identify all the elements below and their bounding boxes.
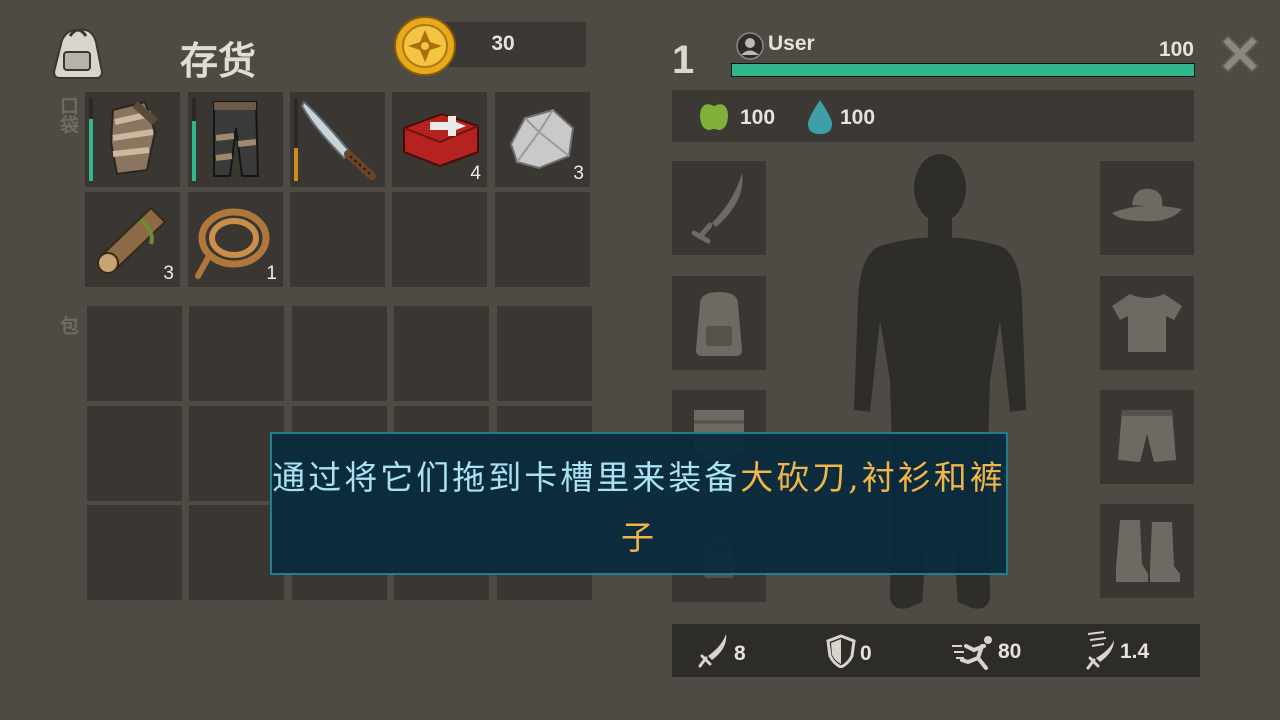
coin-count: 30: [491, 32, 515, 55]
tooltip-text-part2: 大砍刀,: [740, 458, 862, 497]
pocket-slot-8[interactable]: [290, 192, 385, 287]
pocket-slot-7[interactable]: 1: [188, 192, 283, 287]
bag-slot[interactable]: [87, 306, 182, 401]
user-icon: [736, 32, 764, 60]
speed-icon: [952, 634, 998, 670]
shorts-icon: [1118, 410, 1176, 462]
water-value: 100: [840, 106, 876, 129]
tooltip-text: 通过将它们拖到卡槽里来装备大砍刀,衬衫和裤子: [272, 448, 1006, 568]
food-icon: [696, 96, 732, 134]
health-bar: [731, 63, 1195, 77]
player-level: 1: [672, 38, 695, 82]
speed-value: 80: [998, 640, 1022, 663]
attack-speed-icon: [1084, 630, 1120, 670]
inventory-title: 存货: [180, 39, 257, 83]
player-name: User: [768, 32, 815, 55]
sword-icon: [691, 173, 743, 244]
backpack-slot[interactable]: [672, 276, 766, 370]
durability-bar: [294, 98, 298, 181]
boots-icon: [1116, 520, 1180, 582]
hat-slot[interactable]: [1100, 161, 1194, 255]
pocket-slot-4[interactable]: 4: [392, 92, 487, 187]
backpack-icon: [696, 292, 742, 356]
pocket-slot-9[interactable]: [392, 192, 487, 287]
pants-icon: [213, 101, 260, 177]
attack-speed-value: 1.4: [1120, 640, 1150, 663]
pocket-slot-5[interactable]: 3: [495, 92, 590, 187]
attack-value: 8: [734, 642, 746, 665]
durability-bar: [192, 98, 196, 181]
food-value: 100: [740, 106, 776, 129]
armor-value: 0: [860, 642, 872, 665]
pocket-slot-10[interactable]: [495, 192, 590, 287]
coin-icon: [392, 14, 458, 78]
close-button[interactable]: [1214, 28, 1266, 80]
shirt-icon: [1112, 294, 1182, 352]
item-count: 4: [470, 163, 481, 184]
pocket-slot-2[interactable]: [188, 92, 283, 187]
item-count: 3: [573, 163, 584, 184]
item-count: 1: [266, 263, 277, 284]
durability-bar: [89, 98, 93, 181]
pants-slot[interactable]: [1100, 390, 1194, 484]
bag-slot[interactable]: [87, 505, 182, 600]
bag-slot[interactable]: [189, 306, 284, 401]
armor-icon: [826, 634, 856, 669]
boots-slot[interactable]: [1100, 504, 1194, 598]
pocket-slot-3[interactable]: [290, 92, 385, 187]
bag-label: 包: [57, 316, 79, 335]
close-icon: [1220, 34, 1260, 74]
pocket-slot-1[interactable]: [85, 92, 180, 187]
tutorial-tooltip: 通过将它们拖到卡槽里来装备大砍刀,衬衫和裤子: [270, 432, 1008, 575]
item-count: 3: [163, 263, 174, 284]
health-value: 100: [1158, 38, 1194, 61]
pockets-label: 口袋: [57, 96, 79, 134]
tooltip-text-part1: 通过将它们拖到卡槽里来装备: [272, 458, 741, 497]
pocket-slot-6[interactable]: 3: [85, 192, 180, 287]
shirt-slot[interactable]: [1100, 276, 1194, 370]
attack-icon: [698, 632, 732, 668]
bag-slot[interactable]: [292, 306, 387, 401]
weapon-slot[interactable]: [672, 161, 766, 255]
hat-icon: [1112, 188, 1182, 222]
backpack-icon: [48, 22, 108, 82]
bag-slot[interactable]: [394, 306, 489, 401]
bag-slot[interactable]: [497, 306, 592, 401]
bandage-torso-icon: [109, 100, 158, 176]
machete-icon: [300, 100, 376, 180]
water-icon: [806, 98, 834, 136]
bag-slot[interactable]: [87, 406, 182, 501]
